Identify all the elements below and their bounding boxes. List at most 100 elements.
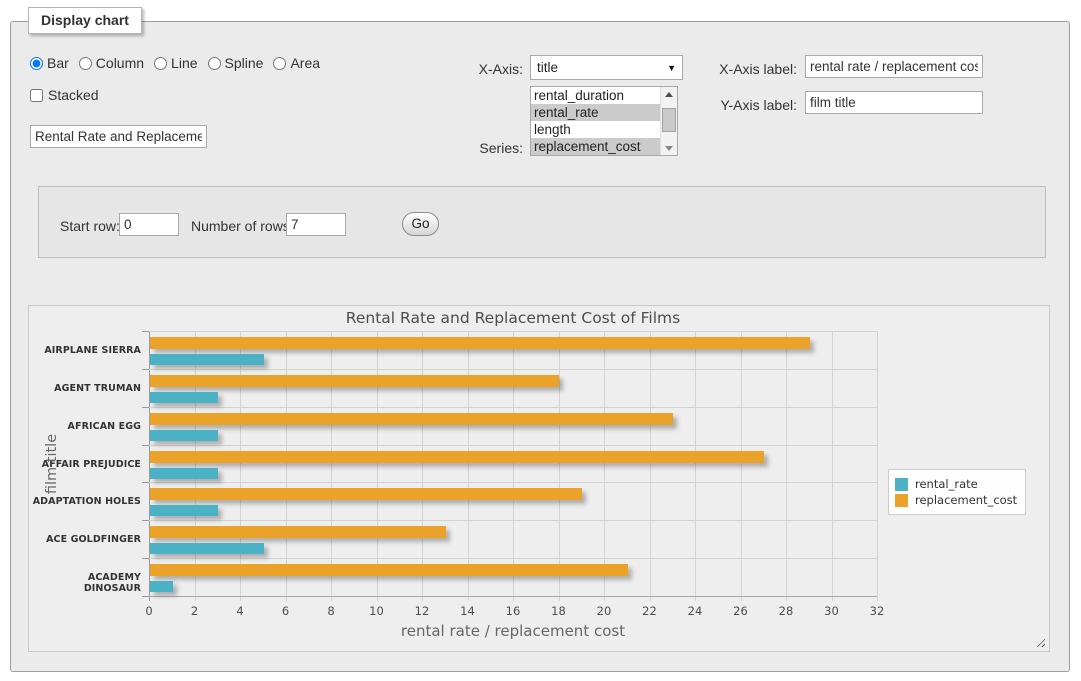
x-tick-label: 8 bbox=[316, 604, 346, 618]
bar-rental_rate bbox=[150, 581, 173, 592]
gridline bbox=[331, 331, 332, 601]
listbox-option-length[interactable]: length bbox=[531, 121, 660, 138]
series-listbox: rental_durationrental_ratelengthreplacem… bbox=[530, 86, 678, 156]
chart-type-label: Bar bbox=[47, 55, 69, 71]
listbox-scrollbar[interactable] bbox=[660, 87, 677, 155]
chart-panel: Rental Rate and Replacement Cost of Film… bbox=[28, 305, 1050, 652]
gridline bbox=[604, 331, 605, 601]
scroll-up-button[interactable] bbox=[661, 87, 677, 101]
bar-replacement_cost bbox=[150, 451, 764, 463]
listbox-option-replacement_cost[interactable]: replacement_cost bbox=[531, 138, 660, 155]
x-axis-select[interactable]: title ▼ bbox=[530, 55, 683, 80]
x-axis-select-label: X-Axis: bbox=[458, 61, 523, 77]
chart-type-label: Column bbox=[96, 55, 144, 71]
gridline bbox=[741, 331, 742, 601]
legend-label-rental_rate: rental_rate bbox=[915, 477, 978, 491]
category-label: ACADEMY DINOSAUR bbox=[29, 572, 141, 594]
y-axis-title: film title bbox=[44, 429, 60, 499]
gridline bbox=[149, 482, 877, 483]
scroll-up-icon bbox=[665, 92, 673, 97]
gridline bbox=[149, 520, 877, 521]
bar-rental_rate bbox=[150, 505, 218, 516]
bar-replacement_cost bbox=[150, 413, 673, 425]
bar-replacement_cost bbox=[150, 526, 446, 538]
x-tick-label: 26 bbox=[726, 604, 756, 618]
chart-type-label: Area bbox=[290, 55, 320, 71]
x-axis-label-field-label: X-Axis label: bbox=[705, 61, 797, 77]
resize-handle-icon[interactable] bbox=[1034, 636, 1045, 647]
legend-swatch-rental_rate bbox=[895, 478, 908, 491]
gridline bbox=[149, 558, 877, 559]
radio-spline[interactable] bbox=[208, 57, 221, 70]
x-axis-selected-value: title bbox=[537, 60, 558, 75]
legend-swatch-replacement_cost bbox=[895, 494, 908, 507]
page: Display chart BarColumnLineSplineArea St… bbox=[0, 0, 1081, 681]
x-axis-label-input[interactable] bbox=[805, 55, 983, 78]
gridline bbox=[650, 331, 651, 601]
bar-replacement_cost bbox=[150, 488, 582, 500]
x-tick-label: 24 bbox=[680, 604, 710, 618]
gridline bbox=[832, 331, 833, 601]
y-tick bbox=[142, 558, 149, 559]
chart-type-label: Line bbox=[171, 55, 197, 71]
chart-title-input[interactable] bbox=[30, 125, 207, 148]
bar-rental_rate bbox=[150, 430, 218, 441]
num-rows-input[interactable] bbox=[286, 213, 346, 236]
scroll-down-icon bbox=[665, 146, 673, 151]
series-options: rental_durationrental_ratelengthreplacem… bbox=[531, 87, 660, 155]
chart-type-label: Spline bbox=[225, 55, 264, 71]
radio-line[interactable] bbox=[154, 57, 167, 70]
x-tick-label: 12 bbox=[407, 604, 437, 618]
gridline bbox=[149, 445, 877, 446]
gridline bbox=[286, 331, 287, 601]
legend-label-replacement_cost: replacement_cost bbox=[915, 493, 1017, 507]
y-tick bbox=[142, 520, 149, 521]
rows-groupbox: Start row: Number of rows: Go bbox=[38, 186, 1046, 258]
bar-replacement_cost bbox=[150, 375, 559, 387]
x-tick-label: 30 bbox=[817, 604, 847, 618]
chart-type-option-bar: Bar bbox=[30, 55, 69, 71]
y-tick bbox=[142, 369, 149, 370]
gridline bbox=[468, 331, 469, 601]
num-rows-label: Number of rows: bbox=[191, 218, 294, 234]
gridline bbox=[149, 369, 877, 370]
bar-rental_rate bbox=[150, 543, 264, 554]
scrollbar-thumb[interactable] bbox=[662, 108, 676, 132]
chart-title: Rental Rate and Replacement Cost of Film… bbox=[149, 309, 877, 327]
x-tick-label: 4 bbox=[225, 604, 255, 618]
chart-type-option-line: Line bbox=[154, 55, 197, 71]
gridline bbox=[513, 331, 514, 601]
gridline bbox=[877, 331, 878, 601]
scroll-down-button[interactable] bbox=[661, 141, 677, 155]
gridline bbox=[786, 331, 787, 601]
x-tick-label: 28 bbox=[771, 604, 801, 618]
gridline bbox=[240, 331, 241, 601]
go-button[interactable]: Go bbox=[402, 212, 439, 236]
listbox-option-rental_duration[interactable]: rental_duration bbox=[531, 87, 660, 104]
stacked-checkbox[interactable] bbox=[30, 89, 43, 102]
x-axis-title: rental rate / replacement cost bbox=[149, 622, 877, 640]
bar-rental_rate bbox=[150, 392, 218, 403]
bar-replacement_cost bbox=[150, 337, 810, 349]
gridline bbox=[195, 331, 196, 601]
bar-replacement_cost bbox=[150, 564, 628, 576]
scrollbar-track[interactable] bbox=[661, 101, 677, 141]
radio-area[interactable] bbox=[273, 57, 286, 70]
series-listbox-label: Series: bbox=[458, 140, 523, 156]
gridline bbox=[149, 596, 877, 597]
y-tick bbox=[142, 482, 149, 483]
legend-item-replacement_cost: replacement_cost bbox=[895, 493, 1017, 507]
gridline bbox=[422, 331, 423, 601]
x-tick-label: 32 bbox=[862, 604, 892, 618]
category-label: ACE GOLDFINGER bbox=[29, 534, 141, 545]
x-tick-label: 6 bbox=[271, 604, 301, 618]
bar-rental_rate bbox=[150, 468, 218, 479]
x-tick-label: 2 bbox=[180, 604, 210, 618]
radio-bar[interactable] bbox=[30, 57, 43, 70]
y-axis-line bbox=[149, 331, 150, 601]
bar-rental_rate bbox=[150, 354, 264, 365]
y-axis-label-input[interactable] bbox=[805, 91, 983, 114]
listbox-option-rental_rate[interactable]: rental_rate bbox=[531, 104, 660, 121]
start-row-input[interactable] bbox=[119, 213, 179, 236]
radio-column[interactable] bbox=[79, 57, 92, 70]
